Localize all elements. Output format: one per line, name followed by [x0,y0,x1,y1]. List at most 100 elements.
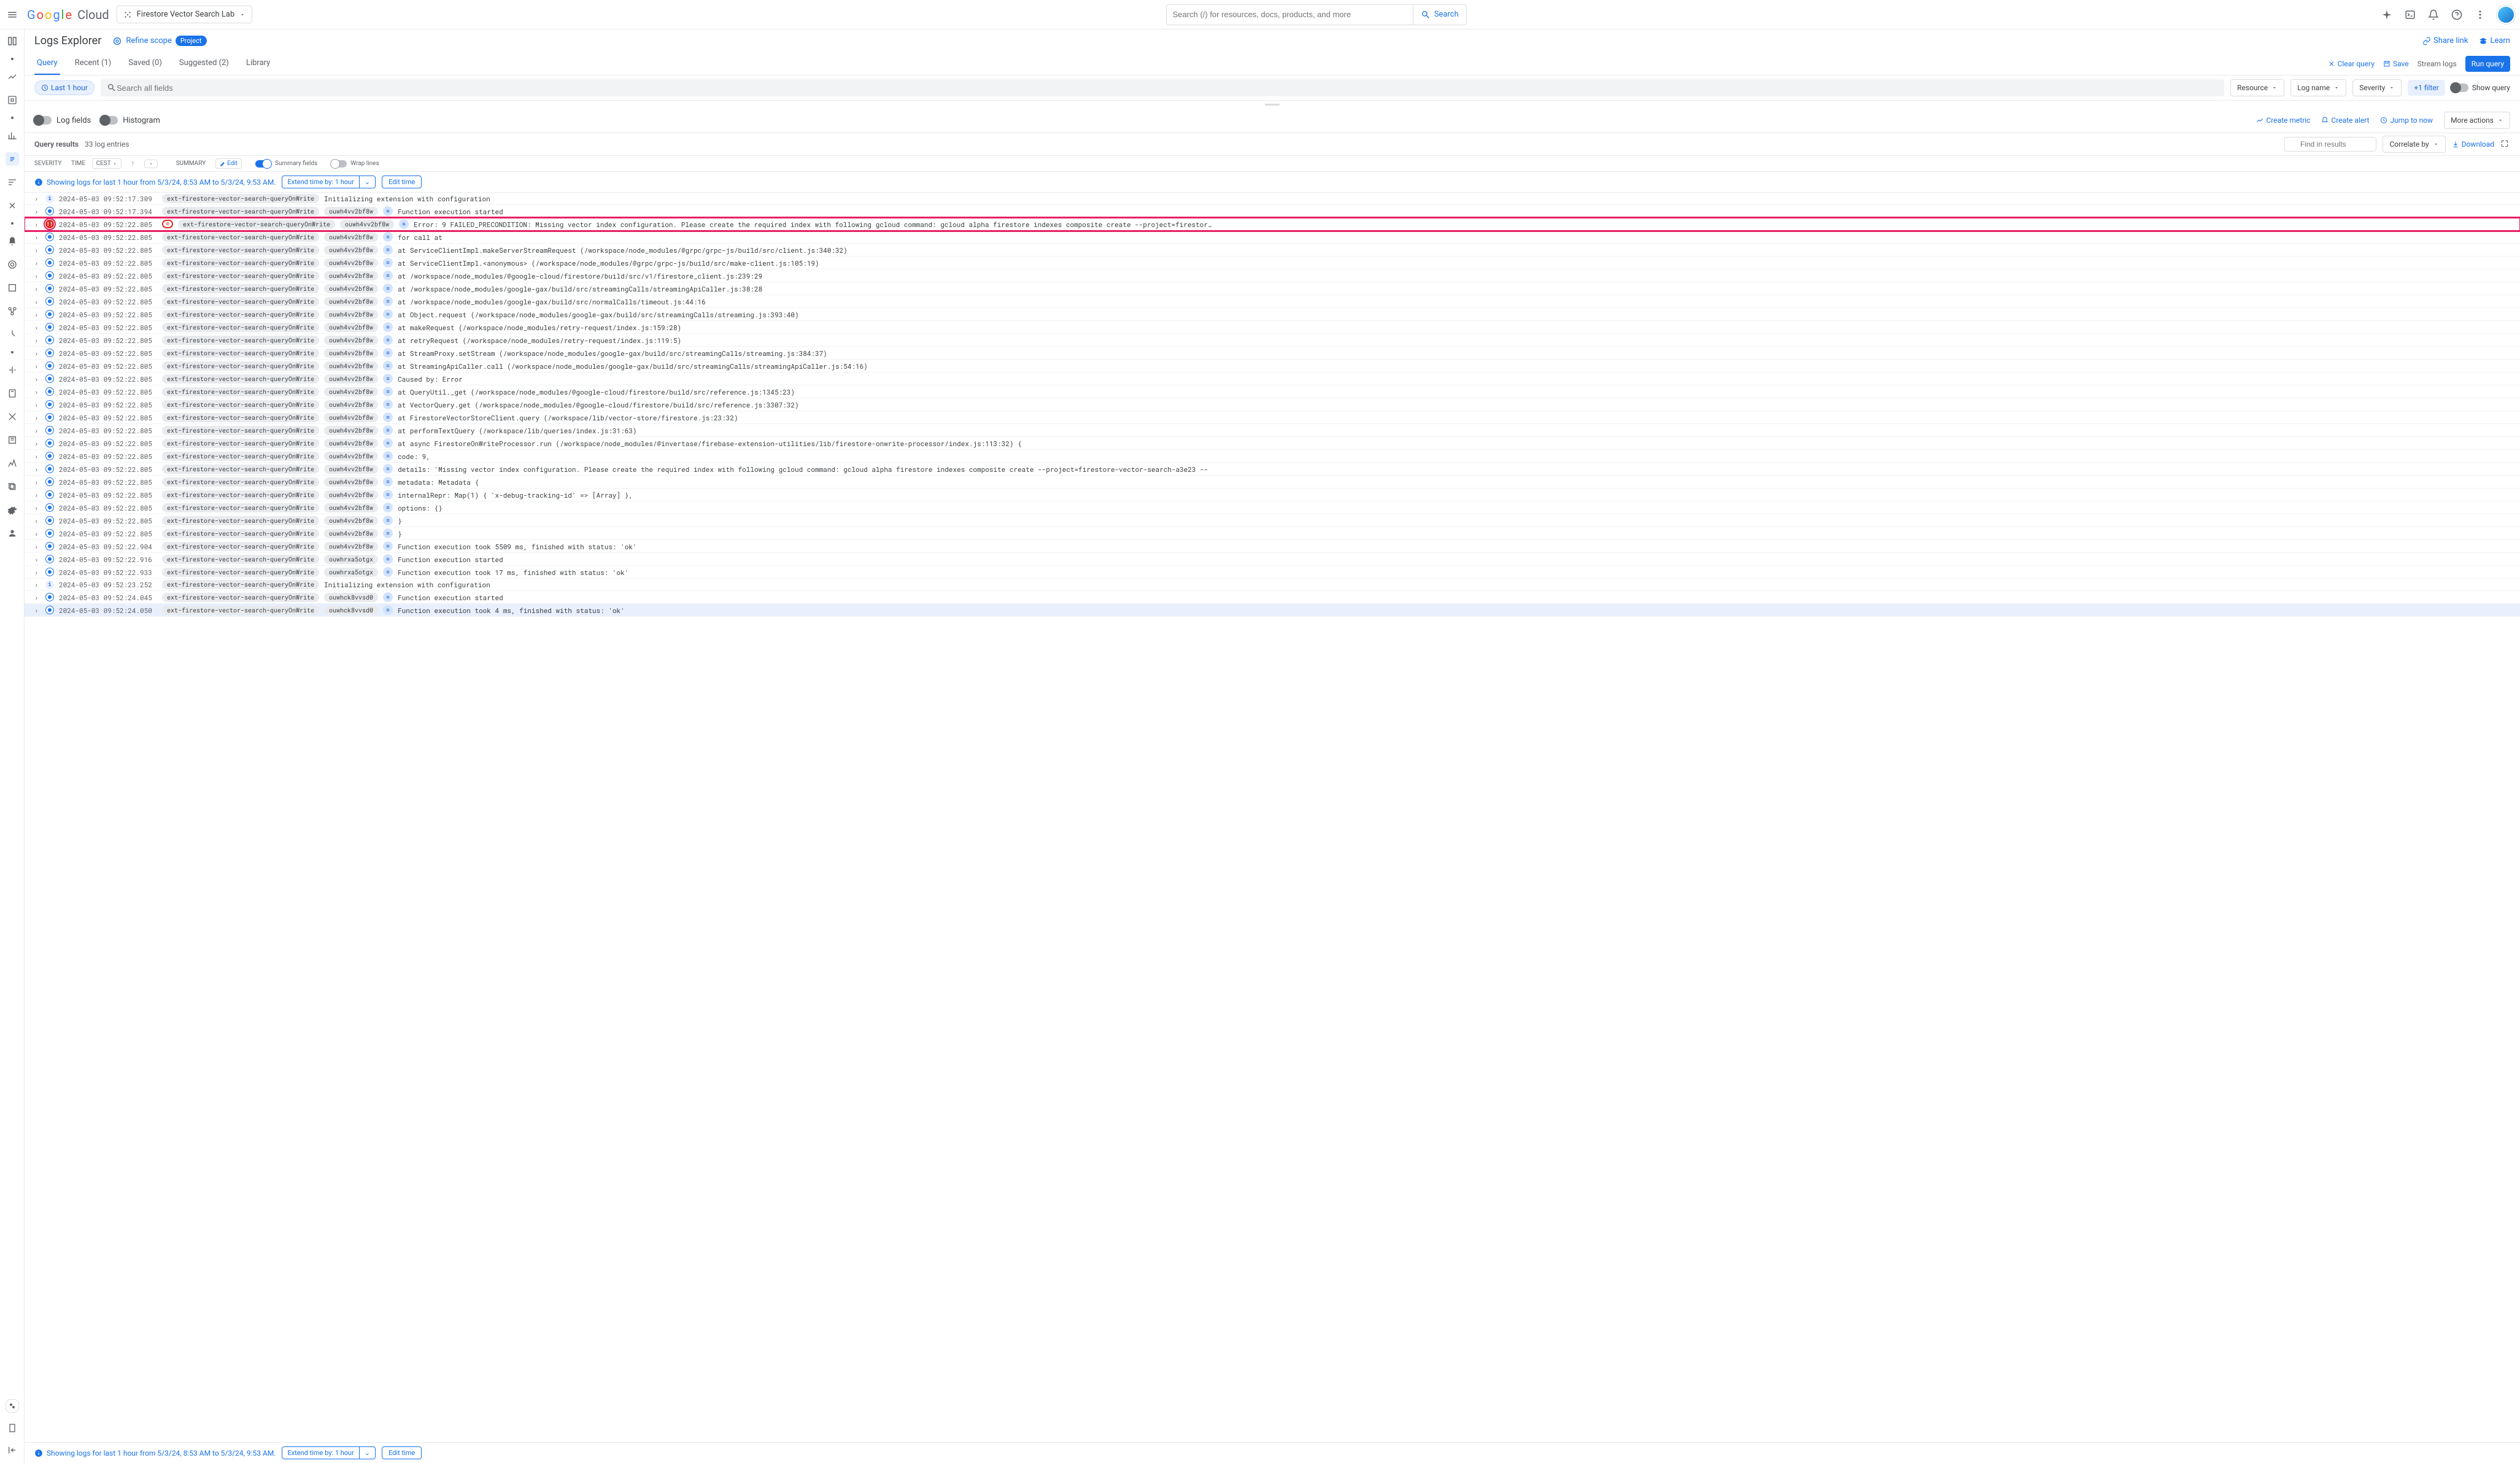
query-input-wrap[interactable] [101,79,2224,96]
correlate-dropdown[interactable]: Correlate by [2383,136,2445,153]
expand-chevron-icon[interactable]: › [34,258,41,268]
run-query-button[interactable]: Run query [2465,56,2510,72]
tz-chip[interactable]: CEST [92,158,122,169]
function-name-pill[interactable]: ext-firestore-vector-search-queryOnWrite [162,297,319,306]
execution-id-pill[interactable]: ouwh4vv2bf8w [324,284,378,293]
expand-chevron-icon[interactable]: › [34,194,41,203]
more-actions-dropdown[interactable]: More actions [2444,112,2510,129]
function-name-pill[interactable]: ext-firestore-vector-search-queryOnWrite [162,413,319,422]
log-row[interactable]: ›2024-05-03 09:52:22.904ext-firestore-ve… [25,540,2520,553]
nav-alert-icon[interactable] [6,234,19,248]
expand-chevron-icon[interactable]: › [34,426,41,435]
execution-id-pill[interactable]: ouwh4vv2bf8w [324,387,378,396]
execution-id-pill[interactable]: ouwh4vv2bf8w [324,374,378,384]
expand-chevron-icon[interactable]: › [34,323,41,332]
nav-copy-icon[interactable] [6,480,19,493]
column-menu[interactable] [144,160,158,168]
project-selector[interactable]: Firestore Vector Search Lab [117,6,253,23]
expand-chevron-icon[interactable]: › [34,606,41,615]
log-row[interactable]: ›2024-05-03 09:52:22.805ext-firestore-ve… [25,488,2520,501]
execution-id-pill[interactable]: ouwh4vv2bf8w [324,245,378,255]
nav-error-icon[interactable] [6,199,19,212]
refine-scope[interactable]: Refine scope Project [112,36,206,46]
expand-chevron-icon[interactable]: › [34,516,41,525]
log-row[interactable]: ›2024-05-03 09:52:22.805ext-firestore-ve… [25,501,2520,514]
cloud-shell-icon[interactable] [2403,8,2417,21]
execution-id-pill[interactable]: ouwh4vv2bf8w [324,361,378,371]
log-row[interactable]: ›2024-05-03 09:52:22.805ext-firestore-ve… [25,527,2520,540]
histogram-toggle[interactable] [101,116,118,125]
function-name-pill[interactable]: ext-firestore-vector-search-queryOnWrite [162,310,319,319]
log-row[interactable]: ›2024-05-03 09:52:22.805ext-firestore-ve… [25,385,2520,398]
log-row[interactable]: ›2024-05-03 09:52:22.805ext-firestore-ve… [25,437,2520,450]
execution-id-pill[interactable]: ouwh4vv2bf8w [324,413,378,422]
function-name-pill[interactable]: ext-firestore-vector-search-queryOnWrite [162,349,319,358]
function-name-pill[interactable]: ext-firestore-vector-search-queryOnWrite [162,465,319,474]
search-button[interactable]: Search [1413,5,1466,25]
gcp-logo[interactable]: Google Cloud [27,7,109,22]
log-row[interactable]: ›2024-05-03 09:52:22.805ext-firestore-ve… [25,295,2520,308]
function-name-pill[interactable]: ext-firestore-vector-search-queryOnWrite [162,387,319,396]
nav-doc-icon[interactable] [6,1421,19,1435]
share-link[interactable]: Share link [2422,36,2468,45]
edit-time-button-bottom[interactable]: Edit time [382,1446,422,1459]
nav-profiler-icon[interactable] [6,328,19,341]
execution-id-pill[interactable]: ouwh4vv2bf8w [324,439,378,448]
log-row[interactable]: ›2024-05-03 09:52:22.805⊘ext-firestore-v… [25,218,2520,231]
log-row[interactable]: ›2024-05-03 09:52:22.805ext-firestore-ve… [25,373,2520,385]
function-name-pill[interactable]: ext-firestore-vector-search-queryOnWrite [162,400,319,409]
expand-chevron-icon[interactable]: › [34,503,41,512]
clear-query-button[interactable]: Clear query [2328,60,2375,68]
function-name-pill[interactable]: ext-firestore-vector-search-queryOnWrite [162,439,319,448]
execution-id-pill[interactable]: ouwh4vv2bf8w [324,297,378,306]
expand-chevron-icon[interactable]: › [34,284,41,293]
nav-integrations-icon[interactable] [6,363,19,377]
expand-chevron-icon[interactable]: › [34,413,41,422]
execution-id-pill[interactable]: ouwh4vv2bf8w [324,349,378,358]
log-row[interactable]: ›2024-05-03 09:52:22.805ext-firestore-ve… [25,347,2520,360]
stream-logs-button[interactable]: Stream logs [2418,60,2457,68]
function-name-pill[interactable]: ext-firestore-vector-search-queryOnWrite [162,258,319,268]
find-in-results[interactable] [2284,137,2376,152]
execution-id-pill[interactable]: ouwhck8vvsd0 [324,606,378,615]
log-row[interactable]: ›2024-05-03 09:52:22.805ext-firestore-ve… [25,231,2520,244]
log-row[interactable]: ›2024-05-03 09:52:22.916ext-firestore-ve… [25,553,2520,566]
save-button[interactable]: Save [2383,60,2409,68]
log-row[interactable]: ›2024-05-03 09:52:22.805ext-firestore-ve… [25,334,2520,347]
function-name-pill[interactable]: ext-firestore-vector-search-queryOnWrite [162,555,319,564]
nav-shuffle-icon[interactable] [6,410,19,423]
expand-chevron-icon[interactable]: › [34,490,41,500]
expand-chevron-icon[interactable]: › [34,477,41,487]
resize-handle[interactable] [25,101,2520,108]
download-button[interactable]: Download [2452,140,2494,149]
tab-saved[interactable]: Saved (0) [126,52,164,75]
expand-chevron-icon[interactable]: › [34,271,41,280]
extend-time-button[interactable]: Extend time by: 1 hour⌄ [282,176,376,188]
nav-trace-icon[interactable] [6,176,19,189]
nav-pin-icon[interactable] [6,34,19,48]
expand-chevron-icon[interactable]: › [34,361,41,371]
execution-id-pill[interactable]: ouwh4vv2bf8w [340,220,394,229]
expand-chevron-icon[interactable]: › [34,349,41,358]
expand-chevron-icon[interactable]: › [34,593,41,602]
expand-chevron-icon[interactable]: › [34,297,41,306]
log-row[interactable]: ›2024-05-03 09:52:22.805ext-firestore-ve… [25,321,2520,334]
expand-chevron-icon[interactable]: › [34,387,41,396]
log-row[interactable]: ›2024-05-03 09:52:22.805ext-firestore-ve… [25,308,2520,321]
nav-slo-icon[interactable] [6,281,19,295]
logfields-toggle[interactable] [34,116,52,125]
nav-chart-icon[interactable] [6,129,19,142]
logname-dropdown[interactable]: Log name [2290,79,2346,96]
find-input[interactable] [2300,140,2371,149]
more-icon[interactable] [2473,8,2487,21]
log-row[interactable]: ›2024-05-03 09:52:22.805ext-firestore-ve… [25,476,2520,488]
function-name-pill[interactable]: ext-firestore-vector-search-queryOnWrite [162,245,319,255]
expand-chevron-icon[interactable]: › [34,568,41,577]
execution-id-pill[interactable]: ouwh4vv2bf8w [324,233,378,242]
expand-chevron-icon[interactable]: › [34,310,41,319]
function-name-pill[interactable]: ext-firestore-vector-search-queryOnWrite [162,542,319,551]
expand-chevron-icon[interactable]: › [34,555,41,564]
function-name-pill[interactable]: ext-firestore-vector-search-queryOnWrite [162,284,319,293]
nav-marketplace-icon[interactable] [6,1399,19,1413]
execution-id-pill[interactable]: ouwhrxa5otgx [324,555,378,564]
